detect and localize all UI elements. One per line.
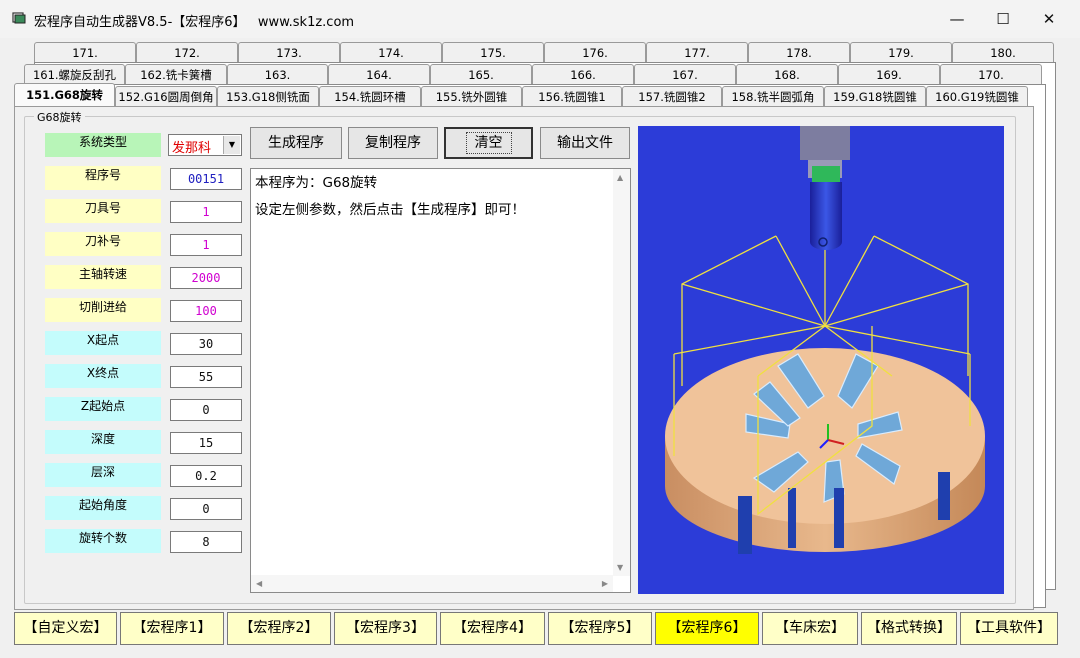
nav-button-1[interactable]: 【自定义宏】 [14,612,117,645]
output-line-2: 设定左侧参数，然后点击【生成程序】即可！ [255,202,525,218]
tab-row1-9[interactable]: 179. [850,42,952,62]
spindle-speed-input[interactable]: 2000 [170,267,242,289]
tab-row3-7[interactable]: 157.铣圆锥2 [622,86,722,106]
tab-row2-3[interactable]: 163. [227,64,328,84]
label-tool-number: 刀具号 [45,199,161,223]
tab-row3-6[interactable]: 156.铣圆锥1 [522,86,622,106]
tab-row2-9[interactable]: 169. [838,64,940,84]
label-system-type: 系统类型 [45,133,161,157]
tab-row2-10[interactable]: 170. [940,64,1042,84]
nav-button-3[interactable]: 【宏程序2】 [227,612,331,645]
nav-button-2[interactable]: 【宏程序1】 [120,612,224,645]
label-feed-rate: 切削进给 [45,298,161,322]
label-x-start: X起点 [45,331,161,355]
tab-row1-7[interactable]: 177. [646,42,748,62]
tab-row3-3[interactable]: 153.G18侧铣面 [217,86,319,106]
system-type-select[interactable]: 发那科 ▼ [168,134,242,156]
layer-depth-input[interactable]: 0.2 [170,465,242,487]
tab-row1-1[interactable]: 171. [34,42,136,62]
label-layer-depth: 层深 [45,463,161,487]
export-file-button[interactable]: 输出文件 [540,127,630,159]
offset-number-input[interactable]: 1 [170,234,242,256]
nav-button-7[interactable]: 【宏程序6】 [655,612,759,645]
tab-row1-6[interactable]: 176. [544,42,646,62]
part-preview-drawing [665,126,985,554]
system-type-value: 发那科 [172,141,212,156]
maximize-button[interactable]: ☐ [980,0,1026,38]
tab-row2-6[interactable]: 166. [532,64,634,84]
start-angle-input[interactable]: 0 [170,498,242,520]
nav-button-9[interactable]: 【格式转换】 [861,612,957,645]
label-start-angle: 起始角度 [45,496,161,520]
label-program-number: 程序号 [45,166,161,190]
tab-row3-2[interactable]: 152.G16圆周倒角 [115,86,217,106]
clear-button-label: 清空 [465,132,512,154]
tab-row3-1[interactable]: 151.G68旋转 [14,83,115,106]
nav-button-8[interactable]: 【车床宏】 [762,612,858,645]
scroll-left-icon[interactable]: ◀ [256,579,262,588]
tab-row1-5[interactable]: 175. [442,42,544,62]
scroll-up-icon[interactable]: ▲ [617,173,623,182]
tab-row1-4[interactable]: 174. [340,42,442,62]
z-start-input[interactable]: 0 [170,399,242,421]
depth-input[interactable]: 15 [170,432,242,454]
label-z-start: Z起始点 [45,397,161,421]
label-x-end: X终点 [45,364,161,388]
nav-button-4[interactable]: 【宏程序3】 [334,612,437,645]
vertical-scrollbar[interactable]: ▲ ▼ [613,169,630,576]
group-label: G68旋转 [34,109,85,125]
tab-row2-1[interactable]: 161.螺旋反刮孔 [24,64,125,84]
generate-program-button[interactable]: 生成程序 [250,127,342,159]
chevron-down-icon[interactable]: ▼ [223,136,240,154]
tab-row3-10[interactable]: 160.G19铣圆锥 [926,86,1028,106]
title-bar: 宏程序自动生成器V8.5-【宏程序6】 www.sk1z.com — ☐ ✕ [0,0,1080,38]
nav-button-6[interactable]: 【宏程序5】 [548,612,652,645]
label-offset-number: 刀补号 [45,232,161,256]
x-end-input[interactable]: 55 [170,366,242,388]
tab-row3-8[interactable]: 158.铣半圆弧角 [722,86,824,106]
label-spindle-speed: 主轴转速 [45,265,161,289]
part-preview-image [638,126,1004,594]
program-number-input[interactable]: 00151 [170,168,242,190]
tab-row2-7[interactable]: 167. [634,64,736,84]
program-output-textarea[interactable]: 本程序为：G68旋转 设定左侧参数，然后点击【生成程序】即可！ ▲ ▼ ◀ ▶ [250,168,631,593]
rotation-count-input[interactable]: 8 [170,531,242,553]
window-title: 宏程序自动生成器V8.5-【宏程序6】 www.sk1z.com [34,15,355,30]
nav-button-5[interactable]: 【宏程序4】 [440,612,545,645]
copy-program-button[interactable]: 复制程序 [348,127,438,159]
tab-row1-10[interactable]: 180. [952,42,1054,62]
scroll-right-icon[interactable]: ▶ [602,579,608,588]
tool-number-input[interactable]: 1 [170,201,242,223]
tab-row3-4[interactable]: 154.铣圆环槽 [319,86,421,106]
feed-rate-input[interactable]: 100 [170,300,242,322]
tab-row3-9[interactable]: 159.G18铣圆锥 [824,86,926,106]
clear-button[interactable]: 清空 [444,127,533,159]
label-depth: 深度 [45,430,161,454]
scroll-down-icon[interactable]: ▼ [617,563,623,572]
tab-row1-3[interactable]: 173. [238,42,340,62]
horizontal-scrollbar[interactable]: ◀ ▶ [251,575,613,592]
tab-row2-2[interactable]: 162.铣卡簧槽 [125,64,227,84]
close-button[interactable]: ✕ [1026,0,1072,38]
tab-row1-8[interactable]: 178. [748,42,850,62]
tab-row1-2[interactable]: 172. [136,42,238,62]
app-icon [12,12,26,24]
output-line-1: 本程序为：G68旋转 [255,175,378,191]
label-rotation-count: 旋转个数 [45,529,161,553]
minimize-button[interactable]: — [934,0,980,38]
x-start-input[interactable]: 30 [170,333,242,355]
tab-row2-4[interactable]: 164. [328,64,430,84]
tab-row2-8[interactable]: 168. [736,64,838,84]
tab-row2-5[interactable]: 165. [430,64,532,84]
nav-button-10[interactable]: 【工具软件】 [960,612,1058,645]
tab-row3-5[interactable]: 155.铣外圆锥 [421,86,522,106]
